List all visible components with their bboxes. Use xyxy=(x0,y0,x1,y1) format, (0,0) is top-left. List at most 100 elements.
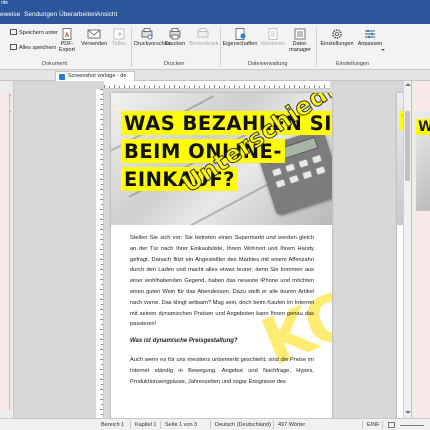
settings-button[interactable]: Einstellungen xyxy=(320,28,354,47)
ruler-tick xyxy=(114,85,115,88)
share-button[interactable]: Teilen xyxy=(110,28,128,47)
save-all-button[interactable]: Alles speichern xyxy=(10,44,56,51)
ruler-tick xyxy=(314,85,315,88)
menu-item-ueberarbeiten[interactable]: Überarbeiten xyxy=(59,11,97,18)
pdf-export-button[interactable]: A PDF-Export xyxy=(57,28,77,53)
ruler-tick xyxy=(169,86,170,88)
ruler-tick xyxy=(101,384,103,385)
print-button[interactable]: Drucken xyxy=(164,28,186,47)
ruler-tick xyxy=(100,99,103,100)
versions-icon xyxy=(268,28,278,40)
ruler-tick xyxy=(154,85,155,88)
ruler-tick xyxy=(101,374,103,375)
ruler-tick xyxy=(100,139,103,140)
print-preview-button[interactable]: Druckvorschau xyxy=(134,28,171,47)
right-pane-headline: W xyxy=(416,119,430,135)
ruler-tick xyxy=(209,86,210,88)
ruler-tick xyxy=(104,85,105,88)
ribbon: Speichern unter Alles speichern A PDF-Ex… xyxy=(0,24,430,70)
group-separator xyxy=(220,27,221,67)
customize-button[interactable]: Anpassen xyxy=(357,28,385,51)
ruler-tick xyxy=(294,85,295,88)
ruler-tick xyxy=(100,179,103,180)
ruler-tick xyxy=(100,119,103,120)
properties-icon xyxy=(235,28,246,40)
ruler-tick xyxy=(100,399,103,400)
ruler-tick xyxy=(100,259,103,260)
ruler-tick xyxy=(101,234,103,235)
ruler-tick xyxy=(219,86,220,88)
properties-button[interactable]: Eigenschaften xyxy=(222,28,258,47)
ruler-tick xyxy=(101,294,103,295)
save-as-label: Speichern unter xyxy=(19,30,58,36)
settings-label: Einstellungen xyxy=(320,41,354,47)
ruler-tick xyxy=(101,314,103,315)
ruler-tick xyxy=(100,289,103,290)
print-preview-label: Druckvorschau xyxy=(134,41,171,47)
ruler-tick xyxy=(101,134,103,135)
save-all-icon xyxy=(10,44,17,50)
group-separator xyxy=(131,27,132,67)
pdf-export-icon: A xyxy=(62,28,72,40)
file-manager-button[interactable]: Datei-manager xyxy=(289,28,311,53)
menu-bar: eweise Sendungen Überarbeiten Ansicht xyxy=(0,7,430,24)
status-chapter: Kapitel 1 xyxy=(135,422,157,428)
document-tab[interactable]: Screenshot vorlage - de xyxy=(55,71,135,81)
ruler-tick xyxy=(101,354,103,355)
ruler-tick xyxy=(254,85,255,88)
save-as-button[interactable]: Speichern unter xyxy=(10,29,58,36)
status-separator xyxy=(273,421,274,429)
group-label-dateiverwaltung: Dateiverwaltung xyxy=(248,61,288,67)
ruler-tick xyxy=(109,86,110,88)
subheading: Was ist dynamische Preisgestaltung? xyxy=(130,338,238,344)
ruler-tick xyxy=(214,85,215,88)
ruler-tick xyxy=(199,86,200,88)
svg-text:A: A xyxy=(65,33,70,39)
layout-view-icon[interactable] xyxy=(388,422,395,428)
ruler-tick xyxy=(101,254,103,255)
ruler-tick xyxy=(134,85,135,88)
ruler-tick xyxy=(101,204,103,205)
ruler-tick xyxy=(101,414,103,415)
ruler-tick xyxy=(304,85,305,88)
vertical-scrollbar[interactable] xyxy=(403,81,411,418)
ruler-tick xyxy=(101,264,103,265)
ruler-tick xyxy=(101,334,103,335)
menu-item-ansicht[interactable]: Ansicht xyxy=(96,11,117,18)
group-separator xyxy=(316,27,317,67)
mail-merge-label: Seriendruck xyxy=(189,41,219,47)
scrollbar-thumb[interactable] xyxy=(405,111,410,181)
left-document-pane xyxy=(0,93,10,410)
ruler-tick xyxy=(204,85,205,88)
zoom-icon[interactable] xyxy=(400,425,424,426)
ruler-tick xyxy=(100,309,103,310)
ruler-tick xyxy=(274,85,275,88)
vertical-ruler xyxy=(96,89,104,418)
mail-merge-button[interactable]: Seriendruck xyxy=(189,28,219,47)
status-language[interactable]: Deutsch (Deutschland) xyxy=(215,422,271,428)
send-button[interactable]: Versenden xyxy=(81,28,107,47)
ruler-tick xyxy=(324,85,325,88)
ruler-tick xyxy=(164,85,165,88)
ruler-tick xyxy=(100,329,103,330)
menu-item-formatvorlagen[interactable]: eweise xyxy=(0,11,20,18)
share-icon xyxy=(113,28,125,40)
ruler-tick xyxy=(244,85,245,88)
ruler-tick xyxy=(119,86,120,88)
chevron-down-icon xyxy=(381,49,385,51)
ruler-tick xyxy=(101,274,103,275)
save-all-label: Alles speichern xyxy=(19,45,57,51)
document-page[interactable]: WAS BEZAHLEN SIE BEIM ONLINE- EINKAUF? U… xyxy=(111,93,332,418)
properties-label: Eigenschaften xyxy=(222,41,258,47)
ruler-tick xyxy=(229,86,230,88)
group-label-dokument: Dokument xyxy=(42,61,68,67)
versions-button[interactable]: Versionen xyxy=(260,28,286,47)
document-canvas[interactable]: WAS BEZAHLEN SIE BEIM ONLINE- EINKAUF? U… xyxy=(104,89,403,418)
ruler-tick xyxy=(100,369,103,370)
menu-item-sendungen[interactable]: Sendungen xyxy=(24,11,57,18)
right-document-pane: W xyxy=(411,81,430,418)
ruler-tick xyxy=(100,249,103,250)
status-insert-mode[interactable]: EINF xyxy=(367,422,380,428)
ruler-tick xyxy=(101,184,103,185)
share-label: Teilen xyxy=(111,41,127,47)
